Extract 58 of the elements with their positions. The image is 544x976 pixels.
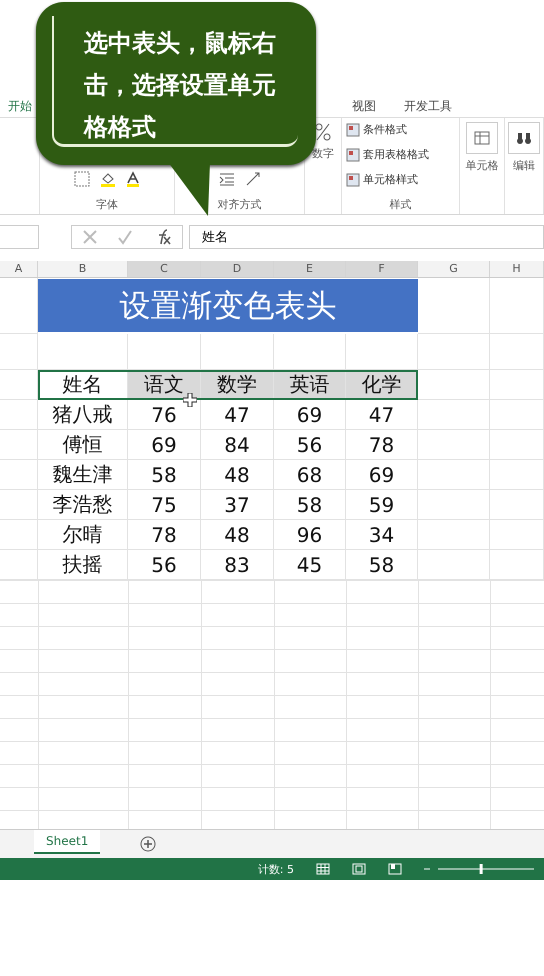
cells-button[interactable]: 单元格: [466, 158, 498, 173]
group-label: 对齐方式: [216, 197, 262, 212]
table-cell: 47: [346, 400, 418, 430]
table-cell: 69: [274, 400, 346, 430]
ribbon-tab[interactable]: 开发工具: [404, 98, 452, 114]
editing-button[interactable]: 编辑: [513, 158, 535, 173]
table-cell: 48: [201, 520, 274, 550]
styles-menu-item[interactable]: 套用表格格式: [346, 147, 455, 162]
table-cell: 尔晴: [38, 520, 128, 550]
table-cell: 56: [128, 550, 201, 580]
table-cell: 扶摇: [38, 550, 128, 580]
header-cell[interactable]: 化学: [346, 370, 418, 400]
column-header[interactable]: F: [346, 261, 418, 277]
column-header[interactable]: A: [0, 261, 38, 277]
table-cell: 68: [274, 460, 346, 490]
ribbon-tab[interactable]: 视图: [352, 98, 376, 114]
header-cell[interactable]: 语文: [128, 370, 201, 400]
callout-text: 选中表头，鼠标右击，选择设置单元格格式: [84, 28, 277, 143]
table-cell: 83: [201, 550, 274, 580]
table-cell: 48: [201, 460, 274, 490]
styles-menu-item[interactable]: 单元格样式: [346, 172, 455, 187]
table-cell: 37: [201, 490, 274, 520]
table-cell: 58: [346, 550, 418, 580]
ribbon-tab[interactable]: 开始: [8, 98, 32, 114]
count-status: 计数: 5: [258, 862, 294, 876]
table-cell: 78: [128, 520, 201, 550]
table-cell: 傅恒: [38, 430, 128, 460]
group-label: 样式: [388, 197, 412, 212]
number-button[interactable]: 数字: [312, 146, 334, 161]
table-cell: 45: [274, 550, 346, 580]
table-cell: 猪八戒: [38, 400, 128, 430]
sheet-tab[interactable]: Sheet1: [34, 830, 100, 854]
table-cell: 78: [346, 430, 418, 460]
table-cell: 58: [274, 490, 346, 520]
table-cell: 59: [346, 490, 418, 520]
column-header[interactable]: C: [128, 261, 201, 277]
column-header[interactable]: E: [274, 261, 346, 277]
table-cell: 魏生津: [38, 460, 128, 490]
table-cell: 56: [274, 430, 346, 460]
table-cell: 34: [346, 520, 418, 550]
formula-input[interactable]: 姓名: [189, 225, 544, 249]
group-label: 字体: [95, 197, 119, 212]
table-cell: 96: [274, 520, 346, 550]
table-cell: 76: [128, 400, 201, 430]
column-header[interactable]: D: [201, 261, 274, 277]
table-cell: 58: [128, 460, 201, 490]
table-cell: 47: [201, 400, 274, 430]
table-cell: 69: [128, 430, 201, 460]
table-cell: 84: [201, 430, 274, 460]
column-header[interactable]: G: [418, 261, 490, 277]
table-cell: 李浩愁: [38, 490, 128, 520]
header-cell[interactable]: 英语: [274, 370, 346, 400]
table-cell: 69: [346, 460, 418, 490]
header-cell[interactable]: 数学: [201, 370, 274, 400]
column-header[interactable]: H: [490, 261, 544, 277]
table-cell: 75: [128, 490, 201, 520]
styles-menu-item[interactable]: 条件格式: [346, 122, 455, 137]
title-banner: 设置渐变色表头: [38, 279, 418, 332]
